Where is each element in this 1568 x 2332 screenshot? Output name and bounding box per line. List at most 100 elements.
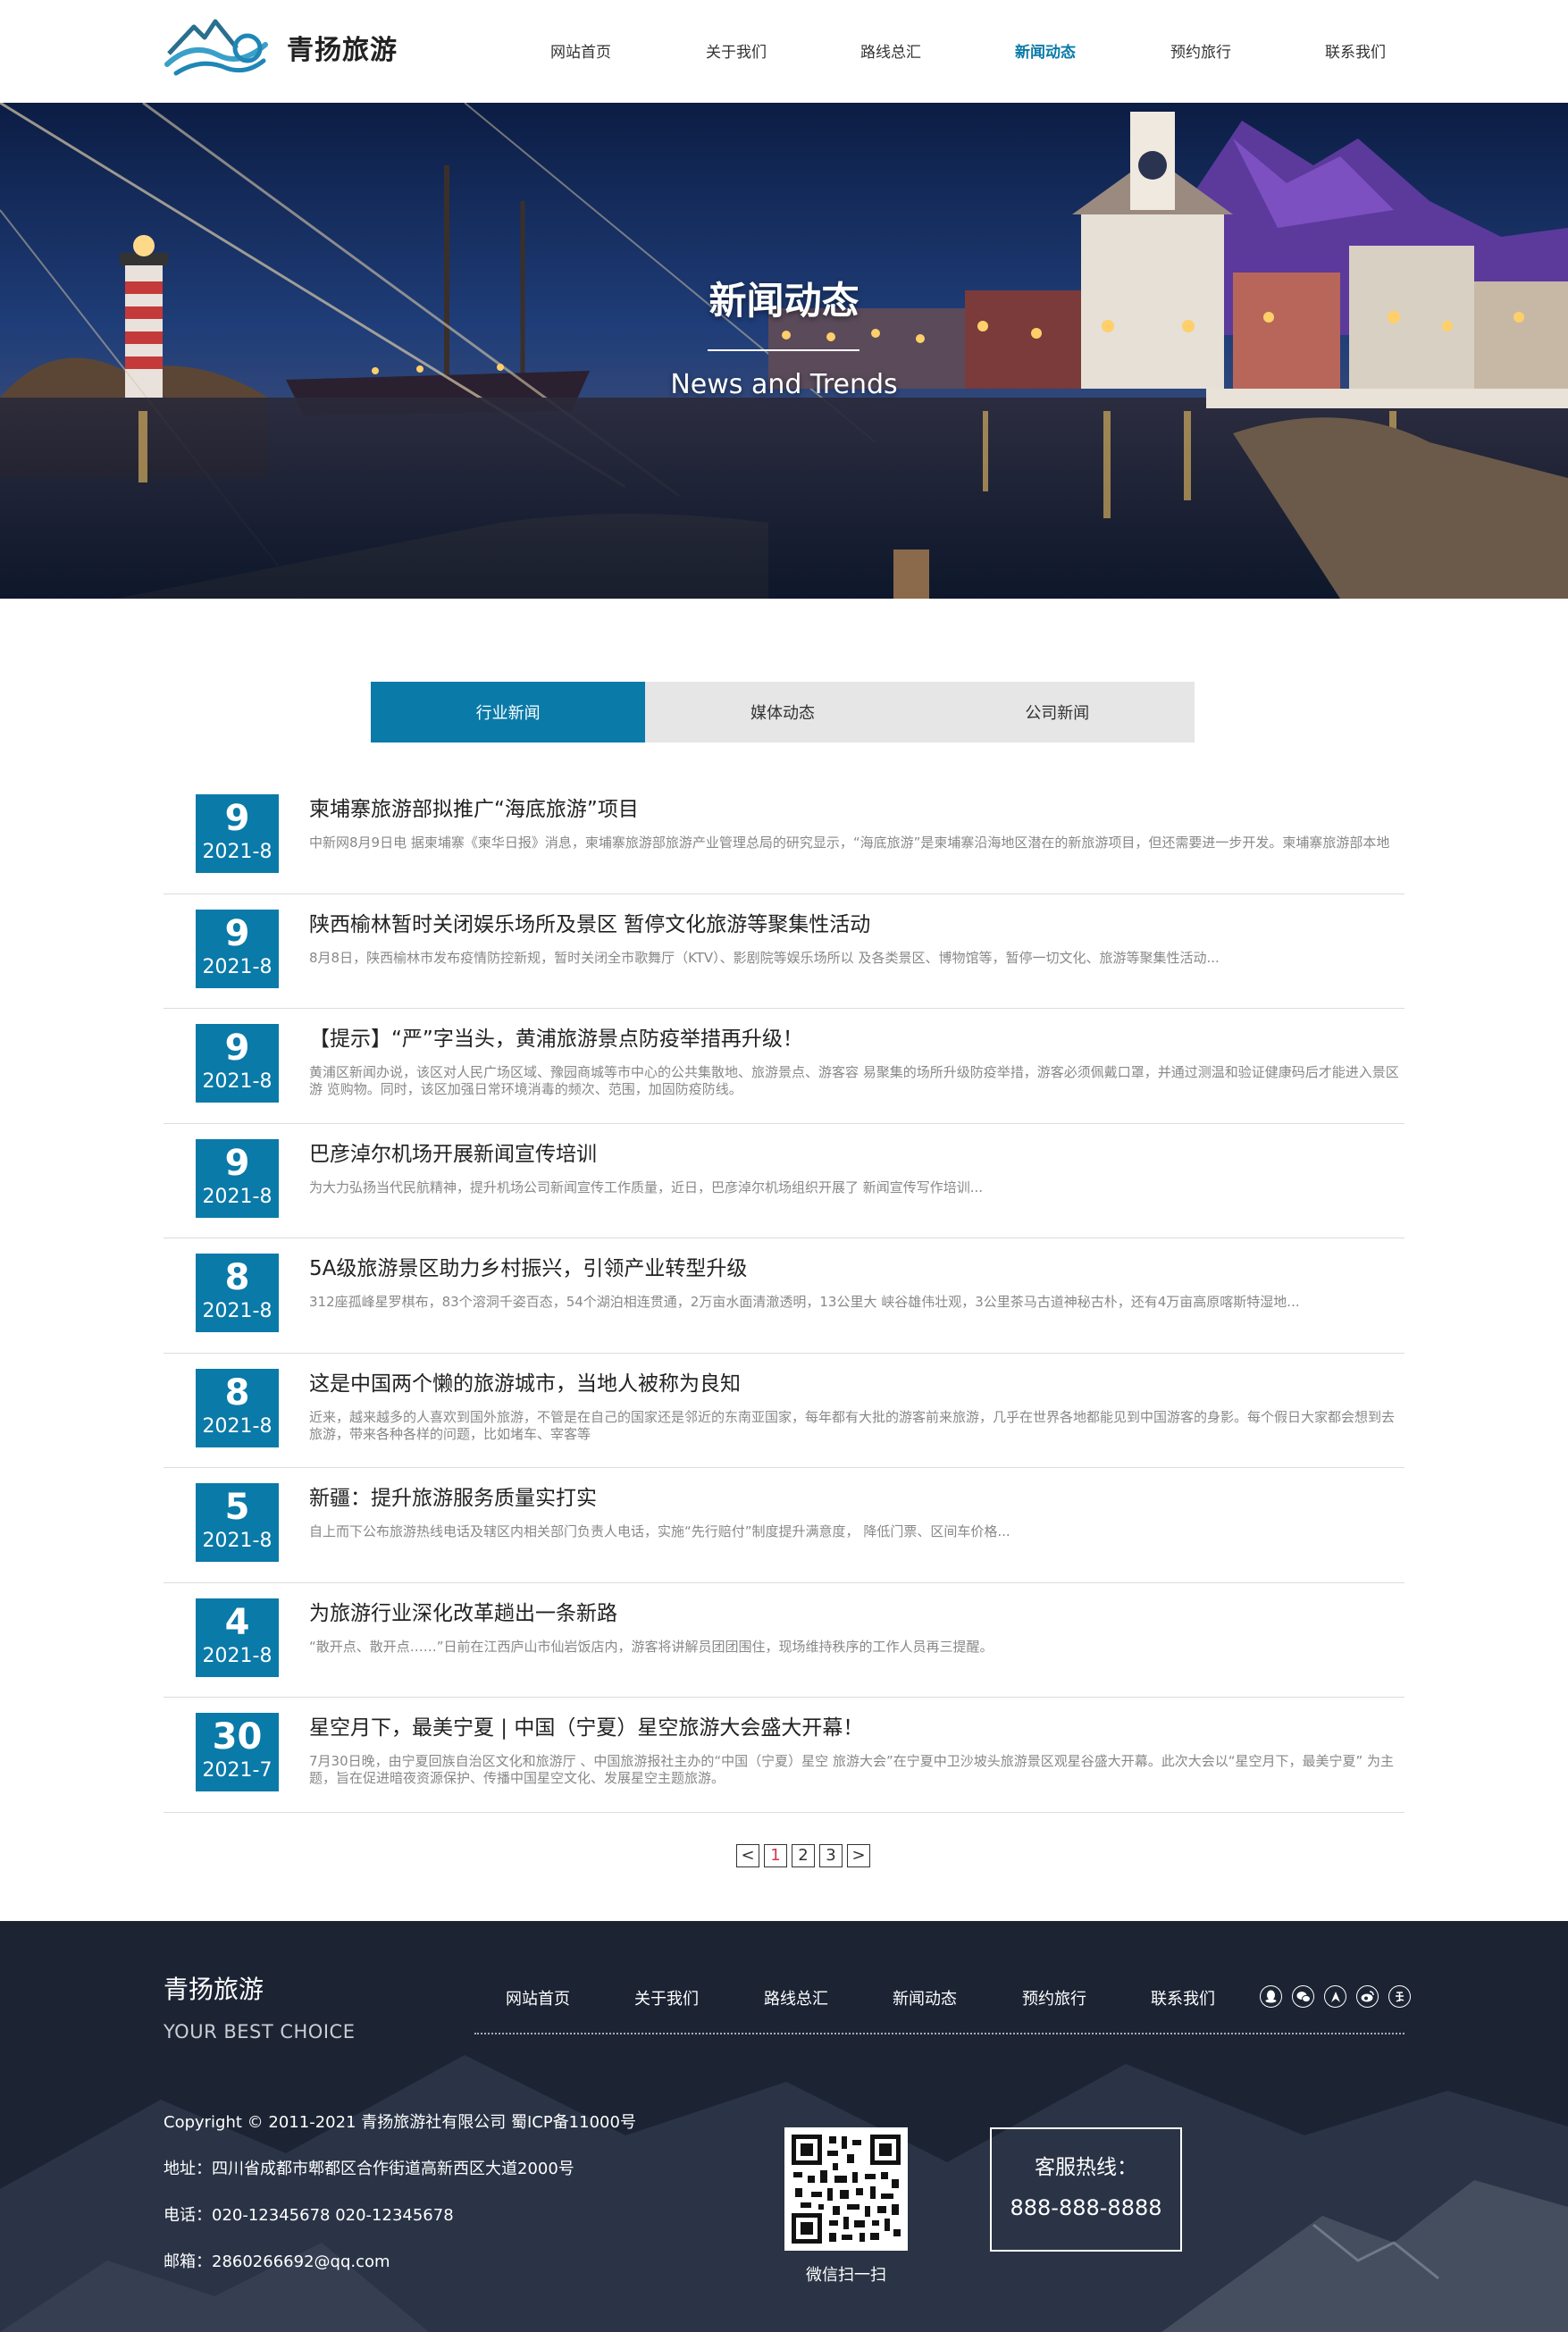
site-header: 青扬旅游 网站首页 关于我们 路线总汇 新闻动态 预约旅行 联系我们 — [0, 0, 1568, 103]
footer-phone: 电话：020-12345678 020-12345678 — [164, 2206, 454, 2225]
date-badge: 5 2021-8 — [196, 1483, 279, 1562]
date-badge: 8 2021-8 — [196, 1368, 279, 1447]
nav-item-booking[interactable]: 预约旅行 — [1170, 39, 1231, 62]
footer-nav-about[interactable]: 关于我们 — [634, 1986, 699, 2009]
news-item[interactable]: 9 2021-8 巴彦淖尔机场开展新闻宣传培训 为大力弘扬当代民航精神，提升机场… — [164, 1124, 1404, 1238]
nav-item-about[interactable]: 关于我们 — [706, 39, 767, 62]
date-day: 9 — [224, 912, 250, 954]
page-button-2[interactable]: 2 — [792, 1844, 815, 1867]
date-year-month: 2021-8 — [202, 1644, 273, 1667]
banner-divider — [708, 349, 859, 351]
date-day: 9 — [224, 1142, 250, 1184]
news-item[interactable]: 8 2021-8 5A级旅游景区助力乡村振兴，引领产业转型升级 312座孤峰星罗… — [164, 1238, 1404, 1354]
news-item[interactable]: 9 2021-8 陕西榆林暂时关闭娱乐场所及景区 暂停文化旅游等聚集性活动 8月… — [164, 894, 1404, 1009]
tab-company-news[interactable]: 公司新闻 — [920, 682, 1195, 742]
news-title[interactable]: 新疆：提升旅游服务质量实打实 — [309, 1481, 597, 1511]
qq-icon[interactable] — [1260, 1985, 1282, 2008]
news-item[interactable]: 5 2021-8 新疆：提升旅游服务质量实打实 自上而下公布旅游热线电话及辖区内… — [164, 1468, 1404, 1583]
date-badge: 9 2021-8 — [196, 909, 279, 988]
news-category-tabs: 行业新闻 媒体动态 公司新闻 — [371, 682, 1195, 742]
next-page-button[interactable]: > — [847, 1844, 870, 1867]
tab-industry-news[interactable]: 行业新闻 — [371, 682, 646, 742]
news-summary: 8月8日，陕西榆林市发布疫情防控新规，暂时关闭全市歌舞厅（KTV）、影剧院等娱乐… — [309, 949, 1220, 966]
news-title[interactable]: 5A级旅游景区助力乡村振兴，引领产业转型升级 — [309, 1251, 747, 1281]
news-summary: 黄浦区新闻办说，该区对人民广场区域、豫园商城等市中心的公共集散地、旅游景点、游客… — [309, 1064, 1399, 1097]
date-year-month: 2021-8 — [202, 1185, 273, 1208]
news-title[interactable]: 巴彦淖尔机场开展新闻宣传培训 — [309, 1137, 597, 1167]
date-badge: 9 2021-8 — [196, 1138, 279, 1218]
date-day: 4 — [224, 1601, 250, 1643]
date-year-month: 2021-8 — [202, 1300, 273, 1322]
date-year-month: 2021-7 — [202, 1759, 273, 1782]
nav-item-routes[interactable]: 路线总汇 — [860, 39, 921, 62]
news-list: 9 2021-8 柬埔寨旅游部拟推广“海底旅游”项目 中新网8月9日电 据柬埔寨… — [164, 779, 1404, 1813]
date-badge: 9 2021-8 — [196, 794, 279, 873]
footer-nav-booking[interactable]: 预约旅行 — [1022, 1986, 1086, 2009]
wechat-qr-code — [784, 2127, 908, 2251]
news-item[interactable]: 30 2021-7 星空月下，最美宁夏 | 中国（宁夏）星空旅游大会盛大开幕！ … — [164, 1698, 1404, 1813]
alipay-icon[interactable] — [1388, 1985, 1411, 2008]
date-badge: 30 2021-7 — [196, 1713, 279, 1791]
page-button-3[interactable]: 3 — [819, 1844, 843, 1867]
footer-slogan: YOUR BEST CHOICE — [164, 2021, 356, 2043]
footer-brand: 青扬旅游 — [164, 1975, 264, 2004]
news-summary: 312座孤峰星罗棋布，83个溶洞千姿百态，54个湖泊相连贯通，2万亩水面清澈透明… — [309, 1294, 1300, 1310]
banner-subtitle: News and Trends — [670, 369, 898, 400]
social-links — [1260, 1985, 1411, 2008]
page-button-1[interactable]: 1 — [764, 1844, 787, 1867]
news-summary: 近来，越来越多的人喜欢到国外旅游，不管是在自己的国家还是邻近的东南亚国家，每年都… — [309, 1408, 1396, 1442]
weibo-icon[interactable] — [1356, 1985, 1379, 2008]
date-year-month: 2021-8 — [202, 1530, 273, 1552]
date-day: 5 — [224, 1487, 250, 1528]
date-year-month: 2021-8 — [202, 841, 273, 863]
date-day: 8 — [224, 1257, 250, 1298]
douyin-icon[interactable] — [1324, 1985, 1346, 2008]
qr-caption: 微信扫一扫 — [806, 2266, 886, 2285]
footer-email[interactable]: 邮箱：2860266692@qq.com — [164, 2249, 390, 2272]
date-year-month: 2021-8 — [202, 1414, 273, 1438]
hotline-label: 客服热线： — [1035, 2156, 1137, 2179]
news-title[interactable]: 这是中国两个懒的旅游城市，当地人被称为良知 — [309, 1366, 741, 1397]
news-summary: “散开点、散开点……”日前在江西庐山市仙岩饭店内，游客将讲解员团团围住，现场维持… — [309, 1638, 994, 1655]
site-footer: 青扬旅游 YOUR BEST CHOICE 网站首页 关于我们 路线总汇 新闻动… — [0, 1921, 1568, 2332]
date-badge: 9 2021-8 — [196, 1024, 279, 1103]
date-badge: 4 2021-8 — [196, 1598, 279, 1677]
footer-nav-home[interactable]: 网站首页 — [506, 1986, 570, 2009]
hero-banner: 新闻动态 News and Trends — [0, 103, 1568, 599]
prev-page-button[interactable]: < — [736, 1844, 759, 1867]
footer-nav-contact[interactable]: 联系我们 — [1151, 1986, 1215, 2009]
news-title[interactable]: 【提示】“严”字当头，黄浦旅游景点防疫举措再升级！ — [309, 1021, 803, 1052]
news-title[interactable]: 陕西榆林暂时关闭娱乐场所及景区 暂停文化旅游等聚集性活动 — [309, 907, 870, 937]
date-day: 8 — [224, 1372, 250, 1413]
date-day: 9 — [224, 1028, 250, 1069]
news-item[interactable]: 9 2021-8 柬埔寨旅游部拟推广“海底旅游”项目 中新网8月9日电 据柬埔寨… — [164, 779, 1404, 894]
news-title[interactable]: 星空月下，最美宁夏 | 中国（宁夏）星空旅游大会盛大开幕！ — [309, 1710, 863, 1741]
news-summary: 为大力弘扬当代民航精神，提升机场公司新闻宣传工作质量，近日，巴彦淖尔机场组织开展… — [309, 1179, 984, 1195]
pagination: < 1 2 3 > — [736, 1844, 870, 1867]
news-item[interactable]: 8 2021-8 这是中国两个懒的旅游城市，当地人被称为良知 近来，越来越多的人… — [164, 1354, 1404, 1468]
footer-nav-routes[interactable]: 路线总汇 — [764, 1986, 828, 2009]
wechat-icon[interactable] — [1292, 1985, 1314, 2008]
news-summary: 中新网8月9日电 据柬埔寨《柬华日报》消息，柬埔寨旅游部旅游产业管理总局的研究显… — [309, 835, 1390, 851]
nav-item-contact[interactable]: 联系我们 — [1325, 39, 1386, 62]
news-item[interactable]: 4 2021-8 为旅游行业深化改革趟出一条新路 “散开点、散开点……”日前在江… — [164, 1583, 1404, 1698]
nav-item-home[interactable]: 网站首页 — [550, 39, 611, 62]
news-summary: 自上而下公布旅游热线电话及辖区内相关部门负责人电话，实施“先行赔付”制度提升满意… — [309, 1523, 1010, 1539]
news-title[interactable]: 为旅游行业深化改革趟出一条新路 — [309, 1596, 617, 1626]
news-item[interactable]: 9 2021-8 【提示】“严”字当头，黄浦旅游景点防疫举措再升级！ 黄浦区新闻… — [164, 1009, 1404, 1124]
date-day: 30 — [212, 1716, 263, 1757]
footer-nav-news[interactable]: 新闻动态 — [893, 1986, 957, 2009]
news-title[interactable]: 柬埔寨旅游部拟推广“海底旅游”项目 — [309, 792, 639, 822]
main-nav: 网站首页 关于我们 路线总汇 新闻动态 预约旅行 联系我们 — [0, 0, 1568, 103]
footer-copyright: Copyright © 2011-2021 青扬旅游社有限公司 蜀ICP备110… — [164, 2113, 636, 2132]
date-year-month: 2021-8 — [202, 955, 273, 978]
nav-item-news[interactable]: 新闻动态 — [1015, 39, 1076, 62]
banner-title: 新闻动态 — [709, 279, 859, 323]
hotline-number[interactable]: 888-888-8888 — [992, 2195, 1180, 2220]
date-day: 9 — [224, 798, 250, 839]
footer-address: 地址：四川省成都市郫都区合作街道高新西区大道2000号 — [164, 2160, 574, 2178]
hotline-box: 客服热线： 888-888-8888 — [990, 2127, 1182, 2252]
date-badge: 8 2021-8 — [196, 1254, 279, 1332]
date-year-month: 2021-8 — [202, 1070, 273, 1093]
tab-media-news[interactable]: 媒体动态 — [645, 682, 919, 742]
